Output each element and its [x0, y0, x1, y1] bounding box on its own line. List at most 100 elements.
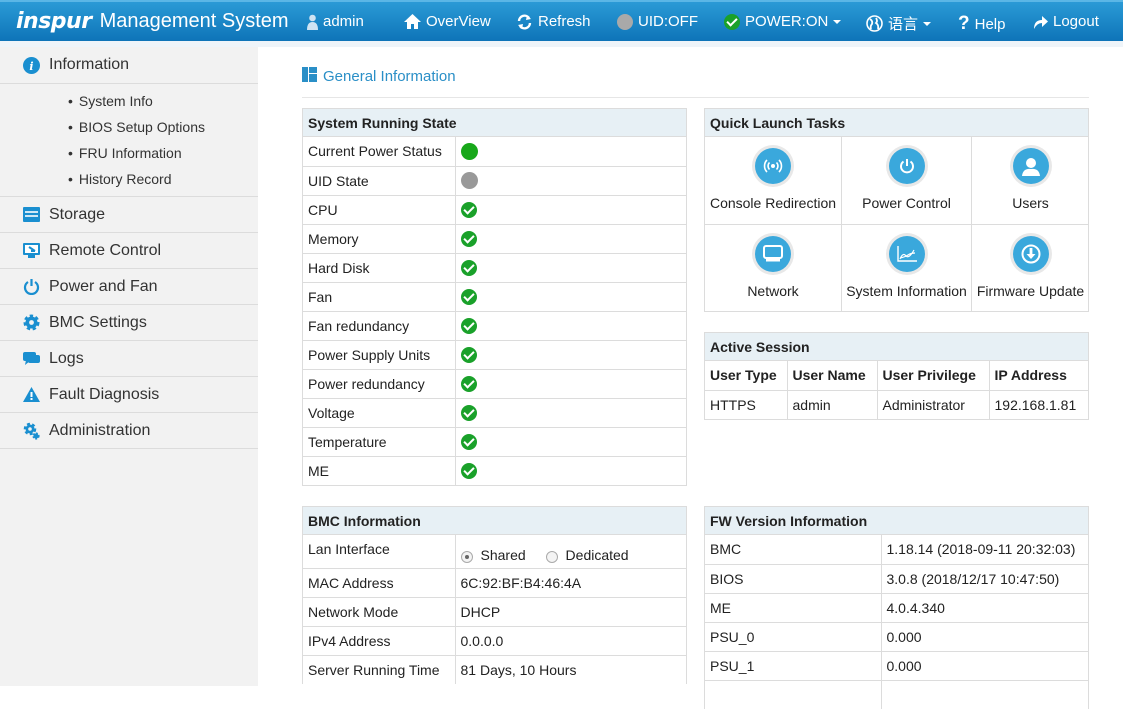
panel-title: Active Session — [705, 333, 1088, 361]
check-ok-icon — [460, 347, 477, 364]
status-label: ME — [303, 455, 455, 485]
main-content: General Information System Running State… — [258, 47, 1123, 709]
status-cell — [454, 310, 686, 340]
chart-icon[interactable] — [888, 236, 925, 272]
radio-button[interactable] — [545, 550, 558, 563]
nav-uid[interactable]: UID:OFF — [617, 13, 698, 30]
check-ok-icon — [460, 463, 477, 480]
check-ok-icon — [460, 231, 477, 248]
table-row: Power Supply Units — [303, 339, 686, 369]
fw-version: 1.18.14 (2018-09-11 20:32:03) — [880, 535, 1088, 564]
status-label: Fan redundancy — [303, 310, 455, 340]
column-header: User Type — [710, 367, 777, 384]
status-label: Fan — [303, 281, 455, 311]
sidebar-item-administration[interactable]: Administration — [0, 413, 258, 449]
sidebar-item-information[interactable]: i Information — [0, 47, 258, 84]
status-cell — [454, 455, 686, 485]
quick-launch-console-redirection[interactable]: Console Redirection — [705, 137, 841, 224]
user-icon[interactable] — [1012, 148, 1049, 184]
sidebar-item-storage[interactable]: Storage — [0, 197, 258, 233]
panel-title: System Running State — [303, 109, 686, 137]
quick-launch-label: Users — [1012, 195, 1049, 211]
table-row: Voltage — [303, 397, 686, 427]
fw-component: BIOS — [705, 563, 881, 593]
monitor-icon[interactable] — [755, 236, 791, 272]
fw-component: PSU_0 — [705, 621, 881, 651]
quick-launch-firmware-update[interactable]: Firmware Update — [971, 224, 1089, 311]
status-cell — [454, 137, 686, 166]
nav-help[interactable]: ? Help — [958, 13, 1005, 35]
nav-language[interactable]: 语言 — [866, 13, 932, 34]
lan-interface-label: Lan Interface — [308, 541, 390, 557]
status-cell — [454, 339, 686, 369]
session-cell: HTTPS — [705, 389, 787, 419]
fw-version-panel: FW Version Information BMC 1.18.14 (2018-… — [704, 506, 1089, 709]
logout-icon — [1032, 14, 1048, 29]
bmc-value: DHCP — [454, 596, 686, 626]
quick-launch-network[interactable]: Network — [705, 224, 841, 311]
radio-button[interactable] — [460, 550, 473, 563]
bmc-value: 81 Days, 10 Hours — [454, 654, 686, 684]
lan-interface-options: Shared Dedicated — [454, 535, 686, 568]
radio-dedicated[interactable]: Dedicated — [545, 547, 629, 563]
status-cell — [454, 223, 686, 253]
console-redirection-icon[interactable] — [755, 148, 791, 184]
system-running-state-panel: System Running State Current Power Statu… — [302, 108, 687, 486]
quick-launch-label: System Information — [846, 283, 967, 299]
chevron-down-icon — [833, 19, 842, 24]
sidebar-item-remote-control[interactable]: Remote Control — [0, 233, 258, 269]
power-icon — [22, 278, 40, 296]
status-label: Temperature — [303, 426, 455, 456]
status-label: Voltage — [303, 397, 455, 427]
table-row: MAC Address 6C:92:BF:B4:46:4A — [303, 567, 686, 597]
session-cell: Administrator — [876, 389, 989, 419]
radio-shared[interactable]: Shared — [460, 547, 526, 563]
sidebar-subitem-bios-setup[interactable]: BIOS Setup Options — [0, 114, 258, 140]
page-title: General Information — [302, 67, 456, 86]
nav-overview[interactable]: OverView — [404, 13, 491, 30]
status-label: UID State — [303, 165, 455, 195]
column-header: IP Address — [988, 361, 1088, 390]
status-cell — [454, 368, 686, 398]
user-menu[interactable]: admin — [307, 13, 364, 30]
quick-launch-label: Console Redirection — [709, 195, 837, 211]
quick-launch-grid: Console Redirection Power Control Users Net… — [705, 137, 1089, 311]
title-divider — [302, 97, 1089, 98]
sidebar: i Information System Info BIOS Setup Opt… — [0, 47, 258, 686]
sidebar-item-logs[interactable]: Logs — [0, 341, 258, 377]
refresh-icon — [516, 13, 533, 30]
quick-launch-label: Power Control — [862, 195, 951, 211]
fw-version: 0.000 — [880, 650, 1088, 680]
table-row: BMC 1.18.14 (2018-09-11 20:32:03) — [705, 535, 1088, 564]
sidebar-item-power-fan[interactable]: Power and Fan — [0, 269, 258, 305]
quick-launch-system-information[interactable]: System Information — [841, 224, 971, 311]
column-header: User Name — [786, 361, 877, 390]
nav-refresh[interactable]: Refresh — [516, 13, 591, 30]
check-ok-icon — [460, 260, 477, 277]
bmc-value: 6C:92:BF:B4:46:4A — [454, 567, 686, 597]
sidebar-subitem-fru[interactable]: FRU Information — [0, 140, 258, 166]
sidebar-item-fault-diagnosis[interactable]: Fault Diagnosis — [0, 377, 258, 413]
sidebar-subitem-system-info[interactable]: System Info — [0, 88, 258, 114]
fw-version: 4.0.4.340 — [880, 592, 1088, 622]
download-icon[interactable] — [1012, 236, 1049, 272]
quick-launch-users[interactable]: Users — [971, 137, 1089, 224]
table-row: IPv4 Address 0.0.0.0 — [303, 625, 686, 655]
user-icon — [307, 14, 318, 30]
power-icon[interactable] — [888, 148, 925, 184]
nav-power[interactable]: POWER:ON — [724, 13, 842, 30]
bmc-value: 0.0.0.0 — [454, 625, 686, 655]
sidebar-item-bmc-settings[interactable]: BMC Settings — [0, 305, 258, 341]
status-cell — [454, 426, 686, 456]
quick-launch-power-control[interactable]: Power Control — [841, 137, 971, 224]
fw-component: BMC — [710, 541, 742, 558]
chat-bubble-icon — [22, 350, 40, 368]
uid-status-icon — [617, 13, 633, 30]
status-cell — [454, 281, 686, 311]
panel-title: Quick Launch Tasks — [705, 109, 1088, 137]
sidebar-subitem-history[interactable]: History Record — [0, 166, 258, 192]
nav-logout[interactable]: Logout — [1032, 13, 1099, 30]
bmc-info-table: Lan Interface Shared Dedicated MAC Addre… — [303, 535, 686, 684]
check-ok-icon — [460, 405, 477, 422]
app-title: Management System — [99, 10, 289, 32]
